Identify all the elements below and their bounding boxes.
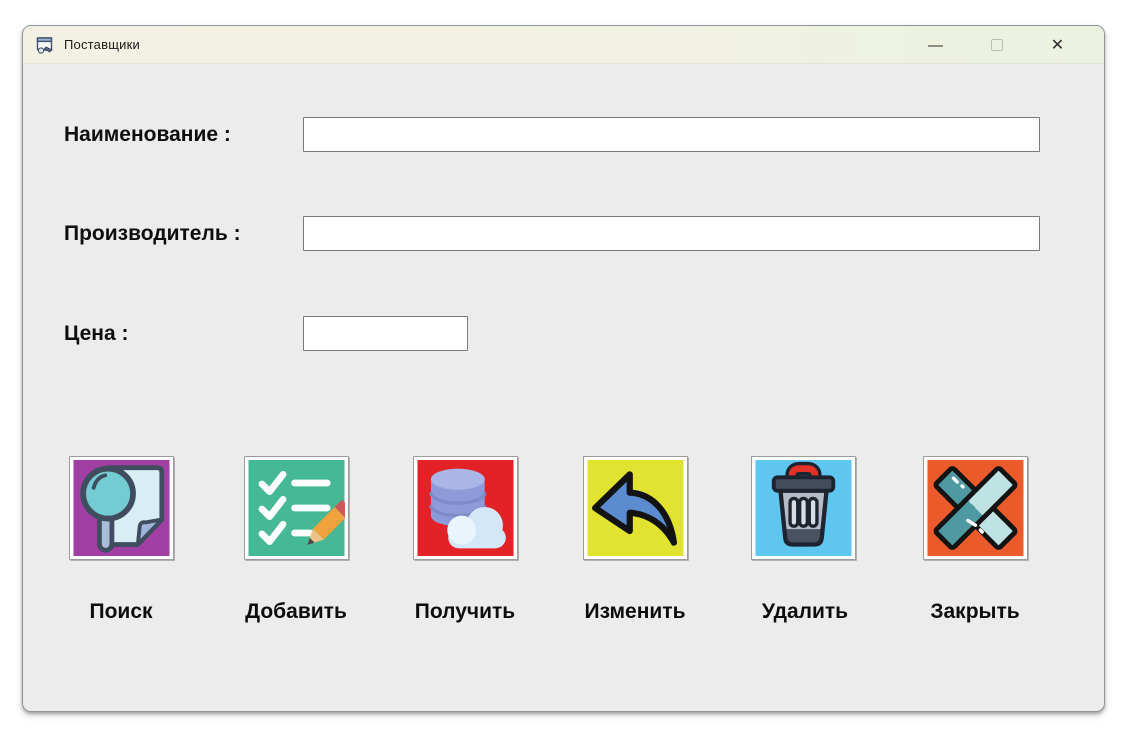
- window-title: Поставщики: [64, 37, 140, 52]
- maximize-icon: [991, 39, 1003, 51]
- manufacturer-input[interactable]: [303, 216, 1040, 251]
- close-button[interactable]: ✕: [1027, 26, 1088, 64]
- maximize-button[interactable]: [966, 26, 1027, 64]
- delete-button[interactable]: [751, 456, 856, 560]
- get-button[interactable]: [413, 456, 518, 560]
- close-button-label: Закрыть: [890, 600, 1060, 624]
- app-form-icon: [36, 36, 55, 54]
- window-controls: — ✕: [905, 26, 1088, 64]
- price-field-label: Цена :: [64, 316, 128, 351]
- name-input[interactable]: [303, 117, 1040, 152]
- get-button-label: Получить: [380, 600, 550, 624]
- titlebar: Поставщики — ✕: [23, 26, 1104, 64]
- price-input[interactable]: [303, 316, 468, 351]
- undo-arrow-icon: [587, 460, 684, 556]
- edit-button[interactable]: [583, 456, 688, 560]
- close-x-icon: [927, 460, 1024, 556]
- close-form-button[interactable]: [923, 456, 1028, 560]
- form-client-area: Наименование : Производитель : Цена :: [23, 64, 1104, 711]
- search-button[interactable]: [69, 456, 174, 560]
- search-document-icon: [73, 460, 170, 556]
- minimize-button[interactable]: —: [905, 26, 966, 64]
- database-cloud-icon: [417, 460, 514, 556]
- add-button-label: Добавить: [211, 600, 381, 624]
- trash-icon: [755, 460, 852, 556]
- checklist-pencil-icon: [248, 460, 345, 556]
- suppliers-window: Поставщики — ✕ Наименование : Производит…: [22, 25, 1105, 712]
- manufacturer-field-label: Производитель :: [64, 216, 241, 251]
- edit-button-label: Изменить: [550, 600, 720, 624]
- search-button-label: Поиск: [36, 600, 206, 624]
- delete-button-label: Удалить: [720, 600, 890, 624]
- add-button[interactable]: [244, 456, 349, 560]
- name-field-label: Наименование :: [64, 117, 231, 152]
